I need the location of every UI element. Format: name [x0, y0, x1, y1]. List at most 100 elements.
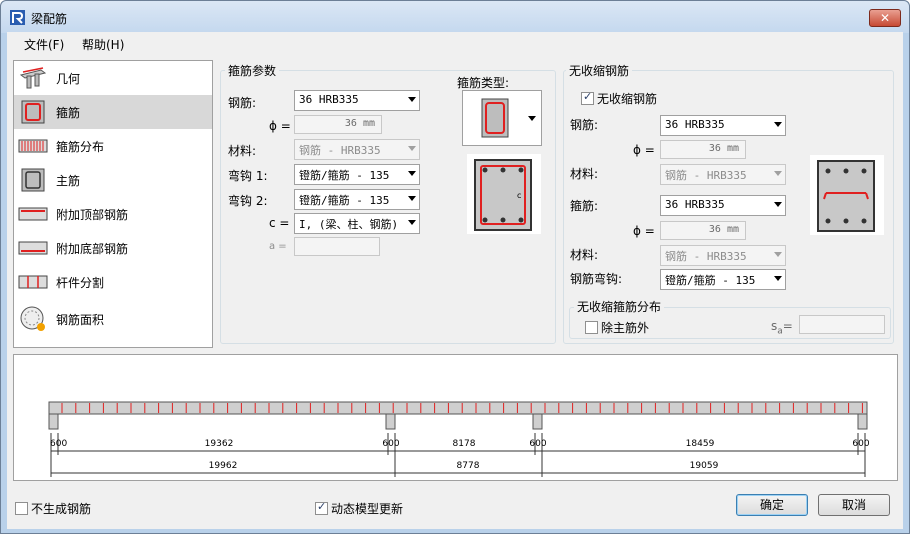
shrink-bar-label: 钢筋: — [570, 118, 599, 132]
no-generate-checkbox[interactable] — [15, 502, 28, 515]
selected-value: 36 HRB335 — [665, 198, 725, 211]
shrink-phi2-field: 36 mm — [660, 221, 746, 240]
cancel-button[interactable]: 取消 — [818, 494, 890, 516]
svg-text:c: c — [517, 191, 521, 200]
nav-item-top-bar[interactable]: 附加顶部钢筋 — [14, 197, 212, 231]
dim-label: 600 — [852, 439, 869, 449]
bottom-bar-icon — [18, 236, 48, 260]
menu-file[interactable]: 文件(F) — [24, 36, 64, 53]
dim-label: 600 — [50, 439, 67, 449]
stirrup-type-select[interactable] — [462, 90, 542, 146]
c-label: c = — [269, 216, 290, 230]
except-main-checkbox[interactable] — [585, 321, 598, 334]
dim-label: 8178 — [453, 439, 476, 449]
except-main-label: 除主筋外 — [601, 321, 650, 335]
ok-button[interactable]: 确定 — [736, 494, 808, 516]
shrink-stirrup-select[interactable]: 36 HRB335 — [660, 195, 786, 216]
nav-label: 附加底部钢筋 — [56, 241, 129, 256]
dim-label: 19362 — [205, 439, 234, 449]
nav-label: 箍筋分布 — [56, 139, 105, 154]
hook1-select[interactable]: 镫筋/箍筋 - 135 — [294, 164, 420, 185]
segment-icon — [18, 270, 48, 294]
stirrup-bar-select[interactable]: 36 HRB335 — [294, 90, 420, 111]
cover-select[interactable]: I, (梁、柱、钢筋) — [294, 213, 420, 234]
dim-label: 18459 — [686, 439, 715, 449]
stirrup-material-select[interactable]: 钢筋 - HRB335 — [294, 139, 420, 160]
nav-item-stirrup[interactable]: 箍筋 — [14, 95, 212, 129]
dynamic-update-checkbox[interactable] — [315, 500, 328, 515]
selected-value: 钢筋 - HRB335 — [299, 144, 381, 157]
stirrup-distribution-icon — [18, 134, 48, 158]
nav-label: 钢筋面积 — [56, 312, 105, 327]
no-generate-label: 不生成钢筋 — [31, 502, 92, 516]
a-label: a = — [269, 241, 287, 252]
nav-item-stirrup-distribution[interactable]: 箍筋分布 — [14, 129, 212, 163]
shrink-material2-label: 材料: — [570, 248, 599, 262]
shrinkage-preview — [810, 155, 884, 235]
nav-item-bar-area[interactable]: 钢筋面积 — [14, 299, 212, 339]
nav-label: 箍筋 — [56, 105, 81, 120]
stirrup-params-title: 箍筋参数 — [225, 62, 280, 79]
bar-area-icon — [18, 306, 48, 331]
selected-value: 36 HRB335 — [299, 93, 359, 106]
selected-value: 钢筋 - HRB335 — [665, 169, 747, 182]
shrinkage-title: 无收缩钢筋 — [566, 62, 633, 79]
top-bar-icon — [18, 202, 48, 226]
nav-item-segment[interactable]: 杆件分割 — [14, 265, 212, 299]
shrink-material2-select[interactable]: 钢筋 - HRB335 — [660, 245, 786, 266]
selected-value: 36 HRB335 — [665, 118, 725, 131]
shrink-hook-label: 钢筋弯钩: — [570, 272, 623, 286]
beam-elevation-drawing: 600 19362 600 8178 600 18459 600 19962 8… — [48, 401, 870, 477]
dynamic-update-label: 动态模型更新 — [331, 502, 404, 516]
shrink-dist-title: 无收缩箍筋分布 — [574, 298, 665, 315]
hook2-select[interactable]: 镫筋/箍筋 - 135 — [294, 189, 420, 210]
shrink-hook-select[interactable]: 镫筋/箍筋 - 135 — [660, 269, 786, 290]
nav-list: 几何 箍筋 箍筋分布 主筋 附加顶部钢筋 附加底部钢筋 杆件分割 钢筋面积 — [13, 60, 213, 348]
main-bar-icon — [18, 168, 48, 192]
menu-help[interactable]: 帮助(H) — [82, 36, 124, 53]
stirrup-type-icon — [481, 98, 509, 138]
hook2-label: 弯钩 2: — [228, 194, 268, 208]
shrink-bar-select[interactable]: 36 HRB335 — [660, 115, 786, 136]
title-bar[interactable]: 梁配筋 ✕ — [1, 1, 909, 33]
menu-bar: 文件(F) 帮助(H) — [7, 32, 903, 54]
nav-label: 杆件分割 — [56, 275, 105, 290]
geometry-icon — [18, 66, 48, 90]
beam-elevation-view: 600 19362 600 8178 600 18459 600 19962 8… — [13, 354, 898, 481]
hook1-label: 弯钩 1: — [228, 169, 268, 183]
shrink-material-label: 材料: — [570, 167, 599, 181]
a-field[interactable] — [294, 237, 380, 256]
app-icon — [10, 10, 25, 25]
selected-value: 钢筋 - HRB335 — [665, 250, 747, 263]
stirrup-material-label: 材料: — [228, 144, 257, 158]
dim-label: 600 — [382, 439, 399, 449]
nav-item-geometry[interactable]: 几何 — [14, 61, 212, 95]
window-title: 梁配筋 — [31, 12, 68, 26]
dialog-client: 文件(F) 帮助(H) 几何 箍筋 箍筋分布 主筋 附加顶部钢筋 附加底部钢筋 … — [7, 32, 903, 529]
nav-label: 几何 — [56, 71, 81, 86]
selected-value: 镫筋/箍筋 - 135 — [299, 169, 390, 182]
selected-value: 镫筋/箍筋 - 135 — [665, 274, 756, 287]
nav-label: 附加顶部钢筋 — [56, 207, 129, 222]
stirrup-bar-label: 钢筋: — [228, 96, 257, 110]
selected-value: I, (梁、柱、钢筋) — [299, 218, 399, 231]
dim-label: 19962 — [209, 461, 238, 471]
close-button[interactable]: ✕ — [869, 9, 901, 27]
shrink-phi2-label: ϕ = — [633, 224, 655, 238]
dim-label: 8778 — [457, 461, 480, 471]
shrinkage-checkbox-label: 无收缩钢筋 — [597, 92, 658, 106]
shrinkage-checkbox[interactable] — [581, 90, 594, 105]
shrink-phi-field: 36 mm — [660, 140, 746, 159]
nav-item-main-bar[interactable]: 主筋 — [14, 163, 212, 197]
selected-value: 镫筋/箍筋 - 135 — [299, 194, 390, 207]
stirrup-type-label: 箍筋类型: — [457, 76, 510, 90]
sa-field[interactable] — [799, 315, 885, 334]
shrink-material-select[interactable]: 钢筋 - HRB335 — [660, 164, 786, 185]
stirrup-preview: c — [467, 154, 541, 234]
nav-label: 主筋 — [56, 173, 81, 188]
nav-item-bottom-bar[interactable]: 附加底部钢筋 — [14, 231, 212, 265]
shrink-stirrup-label: 箍筋: — [570, 199, 599, 213]
dim-label: 19059 — [690, 461, 719, 471]
dim-label: 600 — [529, 439, 546, 449]
stirrup-icon — [18, 100, 48, 124]
